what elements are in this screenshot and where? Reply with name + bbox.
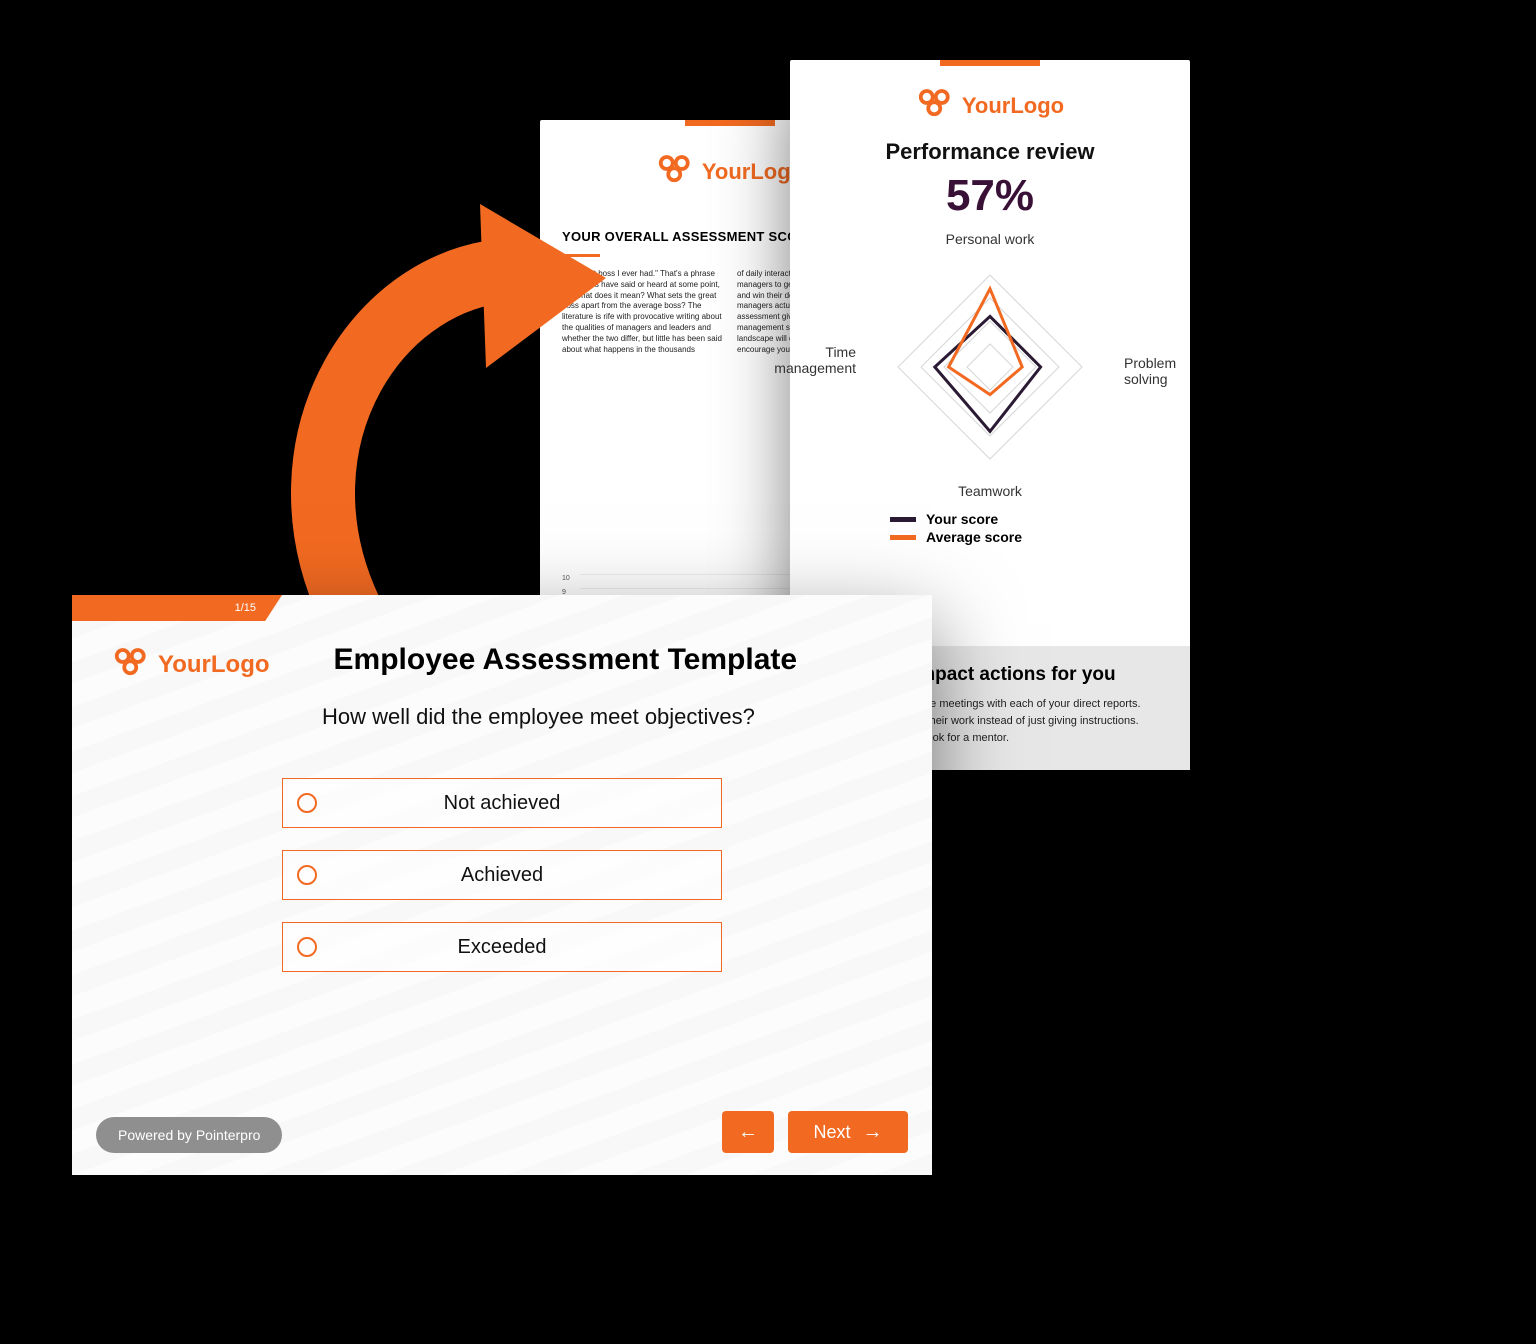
radar-chart: Personal work Problem solving Teamwork T… [840, 235, 1140, 495]
arrow-right-icon: → [863, 1122, 883, 1142]
flow-arrow-icon [310, 210, 620, 630]
options-group: Not achieved Achieved Exceeded [282, 778, 722, 972]
option-not-achieved[interactable]: Not achieved [282, 778, 722, 828]
review-score: 57% [790, 171, 1190, 221]
radar-label-top: Personal work [946, 231, 1035, 247]
accent-stripe [685, 120, 775, 126]
option-label: Achieved [317, 864, 721, 887]
radio-icon [297, 865, 317, 885]
option-label: Not achieved [317, 792, 721, 815]
brand-name: YourLogo [158, 651, 270, 679]
review-title: Performance review [790, 139, 1190, 165]
brand-name: YourLogo [702, 159, 804, 185]
brand-icon [112, 647, 150, 682]
survey-card: 1/15 YourLogo Employee Assessment Templa… [72, 595, 932, 1175]
next-button[interactable]: Next → [788, 1111, 908, 1153]
radar-label-left: Time management [762, 344, 856, 376]
chart-legend: Your score Average score [890, 511, 1090, 545]
radio-icon [297, 937, 317, 957]
legend-average-score: Average score [926, 529, 1022, 545]
option-exceeded[interactable]: Exceeded [282, 922, 722, 972]
survey-title: Employee Assessment Template [334, 643, 798, 677]
logo: YourLogo [112, 647, 270, 682]
option-achieved[interactable]: Achieved [282, 850, 722, 900]
powered-by-badge[interactable]: Powered by Pointerpro [96, 1117, 282, 1153]
legend-your-score: Your score [926, 511, 998, 527]
prev-button[interactable]: ← [722, 1111, 774, 1153]
brand-icon [656, 154, 694, 189]
arrow-left-icon: ← [738, 1122, 758, 1142]
next-label: Next [813, 1122, 850, 1143]
brand-icon [916, 88, 954, 123]
brand-name: YourLogo [962, 93, 1064, 119]
accent-stripe [940, 60, 1040, 66]
option-label: Exceeded [317, 936, 721, 959]
radar-label-right: Problem solving [1124, 355, 1194, 387]
radar-label-bottom: Teamwork [958, 483, 1022, 499]
radio-icon [297, 793, 317, 813]
logo: YourLogo [790, 88, 1190, 123]
powered-by-label: Powered by Pointerpro [118, 1127, 260, 1143]
survey-question: How well did the employee meet objective… [322, 704, 892, 730]
